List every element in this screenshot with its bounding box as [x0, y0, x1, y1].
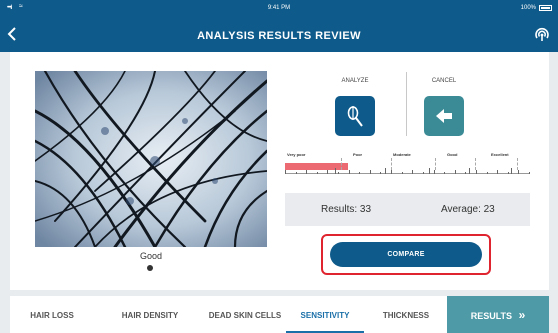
- scale-label-poor: Poor: [353, 152, 363, 157]
- scale-baseline: [285, 173, 529, 174]
- scale-tick: [285, 170, 286, 174]
- results-tab-label: RESULTS: [470, 311, 513, 321]
- page-indicator-dot[interactable]: [147, 265, 153, 271]
- hair-micrograph: [35, 71, 267, 247]
- scalp-image[interactable]: [35, 71, 267, 247]
- arrow-left-icon: [436, 109, 452, 123]
- analysis-panel: Good ANALYZE CANCEL Very poor Poor Moder…: [10, 52, 549, 290]
- cancel-label: CANCEL: [431, 78, 457, 84]
- scale-label-moderate: Moderate: [393, 152, 411, 157]
- average-value: 23: [483, 204, 495, 215]
- scale-tick: [359, 172, 360, 174]
- analyze-label: ANALYZE: [341, 78, 369, 84]
- scale-fill: [285, 163, 348, 170]
- double-chevron-right-icon: »: [518, 308, 526, 322]
- scale-divider: [435, 158, 436, 170]
- status-bar: •••ıl ≈ 9:41 PM 100%: [0, 0, 558, 18]
- battery-icon: [539, 5, 552, 11]
- scale-tick: [370, 170, 371, 174]
- scale-divider: [341, 158, 342, 170]
- scale-tick: [317, 172, 318, 174]
- results-label: Results:: [321, 204, 358, 215]
- scale-tick: [338, 172, 339, 174]
- average-text: Average: 23: [441, 204, 495, 215]
- scale-tick: [508, 172, 509, 174]
- scale-tick: [518, 170, 519, 174]
- scale-tick: [412, 170, 413, 174]
- scale-major-tick: [511, 168, 512, 174]
- scale-tick: [434, 170, 435, 174]
- scale-tick: [402, 172, 403, 174]
- tab-thickness[interactable]: THICKNESS: [366, 296, 446, 333]
- results-summary: Results: 33 Average: 23: [285, 193, 530, 226]
- scale-label-excellent: Excellent: [491, 152, 509, 157]
- tab-label: HAIR LOSS: [30, 311, 74, 320]
- cancel-action: CANCEL: [414, 78, 474, 136]
- analyze-button[interactable]: [335, 96, 375, 136]
- scale-tick: [529, 172, 530, 174]
- status-time: 9:41 PM: [267, 5, 291, 11]
- scale-divider: [475, 158, 476, 170]
- tab-sensitivity[interactable]: SENSITIVITY: [286, 296, 364, 333]
- connection-button[interactable]: [534, 26, 550, 42]
- scale-tick: [497, 170, 498, 174]
- scale-label-very-poor: Very poor: [287, 152, 306, 157]
- scale-tick: [476, 170, 477, 174]
- tab-label: THICKNESS: [382, 311, 430, 320]
- rating-scale: Very poor Poor Moderate Good Excellent: [285, 152, 530, 184]
- average-label: Average:: [441, 204, 481, 215]
- compare-highlight: COMPARE: [321, 234, 491, 275]
- results-value: 33: [359, 204, 372, 215]
- category-tabs: HAIR LOSS HAIR DENSITY DEAD SKIN CELLS S…: [10, 296, 549, 333]
- scale-major-tick: [385, 168, 386, 174]
- battery-percent: 100%: [520, 5, 536, 11]
- compare-button[interactable]: COMPARE: [330, 242, 482, 267]
- scale-tick: [391, 170, 392, 174]
- tab-hair-loss[interactable]: HAIR LOSS: [10, 296, 94, 333]
- scale-tick: [380, 172, 381, 174]
- cancel-button[interactable]: [424, 96, 464, 136]
- tab-label: DEAD SKIN CELLS: [208, 311, 282, 320]
- scale-tick: [487, 172, 488, 174]
- results-tab-button[interactable]: RESULTS »: [447, 296, 549, 333]
- tab-label: HAIR DENSITY: [121, 311, 179, 320]
- scale-tick: [306, 170, 307, 174]
- scale-tick: [423, 172, 424, 174]
- scale-divider: [391, 158, 392, 170]
- divider: [406, 72, 407, 136]
- tab-label: SENSITIVITY: [300, 311, 350, 320]
- tab-hair-density[interactable]: HAIR DENSITY: [104, 296, 196, 333]
- scale-tick: [327, 170, 328, 174]
- scale-tick: [349, 170, 350, 174]
- results-text: Results: 33: [321, 204, 371, 215]
- scale-major-tick: [429, 168, 430, 174]
- scale-major-tick: [335, 168, 336, 174]
- microscope-icon: [347, 106, 363, 127]
- scale-tick: [465, 172, 466, 174]
- app-header: •••ıl ≈ 9:41 PM 100% ANALYSIS RESULTS RE…: [0, 0, 558, 52]
- scale-label-good: Good: [447, 152, 458, 157]
- scale-tick: [455, 170, 456, 174]
- scale-divider: [517, 158, 518, 170]
- tab-dead-skin-cells[interactable]: DEAD SKIN CELLS: [196, 296, 294, 333]
- signal-icon: [535, 27, 549, 41]
- page-title: ANALYSIS RESULTS REVIEW: [197, 30, 361, 42]
- scale-tick: [296, 172, 297, 174]
- image-caption: Good: [139, 251, 163, 261]
- analyze-action: ANALYZE: [325, 78, 385, 136]
- scale-tick: [444, 172, 445, 174]
- scale-major-tick: [469, 168, 470, 174]
